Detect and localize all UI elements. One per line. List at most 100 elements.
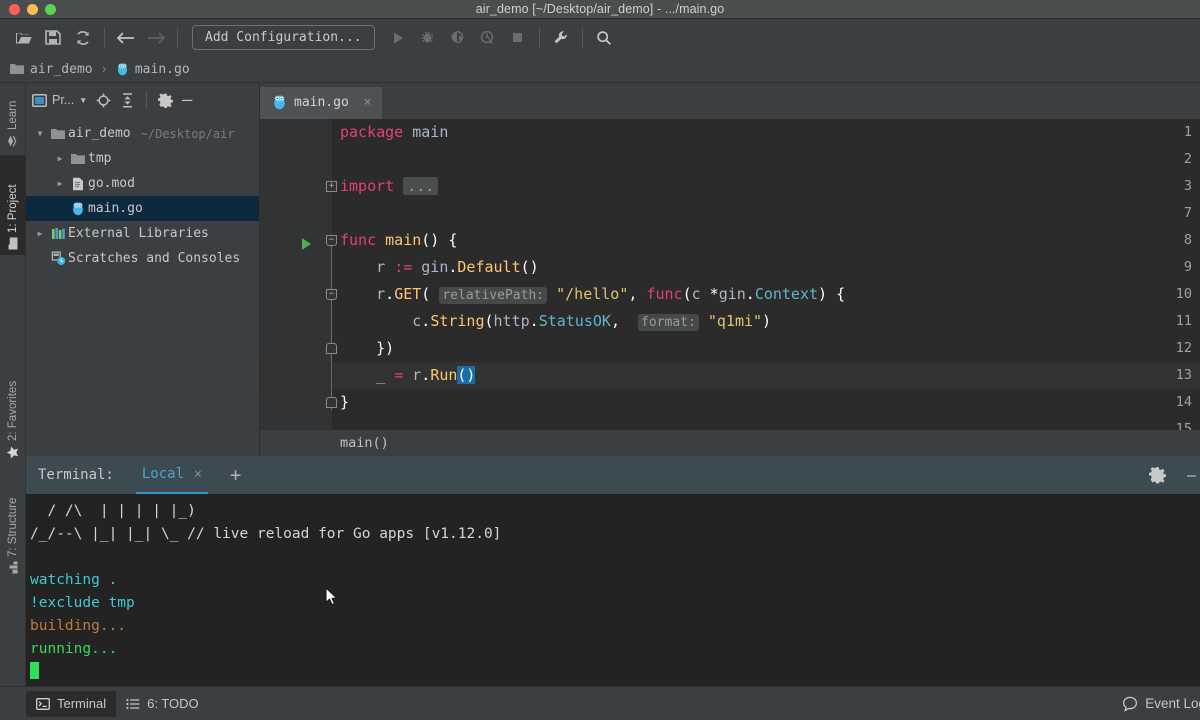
status-event-log[interactable]: Event Log xyxy=(1122,696,1200,712)
breadcrumb-file-label: main.go xyxy=(135,62,190,77)
locate-target-icon[interactable] xyxy=(96,93,111,108)
code-line-3: import ... xyxy=(332,173,438,200)
gear-icon[interactable] xyxy=(158,93,173,108)
tree-row-external-libraries[interactable]: ▶ External Libraries xyxy=(26,221,259,246)
terminal-line xyxy=(30,546,1200,569)
status-bar: Terminal 6: TODO Event Log xyxy=(0,686,1200,720)
add-terminal-icon[interactable]: + xyxy=(230,464,241,486)
close-button[interactable] xyxy=(9,4,20,15)
tree-row-main-go[interactable]: main.go xyxy=(26,196,259,221)
window-controls[interactable] xyxy=(9,4,56,15)
collapse-arrow-icon[interactable]: ▶ xyxy=(52,154,68,163)
stop-icon[interactable] xyxy=(503,25,533,51)
code-line-7 xyxy=(332,200,340,227)
open-folder-icon[interactable] xyxy=(8,25,38,51)
todo-list-icon xyxy=(126,698,140,710)
close-icon[interactable]: × xyxy=(194,467,202,482)
terminal-line: building... xyxy=(30,615,1200,638)
project-panel-header: Pr... ▼ — xyxy=(26,83,259,117)
sidebar-item-structure-label: 7: Structure xyxy=(7,498,19,557)
tree-label: Scratches and Consoles xyxy=(68,251,240,266)
wrench-icon[interactable] xyxy=(546,25,576,51)
terminal-label: Terminal: xyxy=(38,467,114,483)
tree-path: ~/Desktop/air xyxy=(141,127,235,141)
sidebar-item-favorites-label: 2: Favorites xyxy=(7,381,19,441)
collapse-all-icon[interactable] xyxy=(120,93,135,108)
collapse-arrow-icon[interactable]: ▶ xyxy=(52,179,68,188)
editor-breadcrumb-label: main() xyxy=(340,435,389,451)
code-line-1: package main xyxy=(332,119,448,146)
zoom-button[interactable] xyxy=(45,4,56,15)
run-gutter-icon[interactable] xyxy=(302,238,311,250)
add-configuration-button[interactable]: Add Configuration... xyxy=(192,25,375,50)
breadcrumb-file[interactable]: main.go xyxy=(116,62,190,77)
status-todo-button[interactable]: 6: TODO xyxy=(116,691,209,717)
terminal-output[interactable]: / /\ | | | | |_) /_/--\ |_| |_| \_ // li… xyxy=(26,494,1200,686)
code-line-12: }) xyxy=(332,335,394,362)
hide-panel-icon[interactable]: — xyxy=(182,95,192,105)
code-line-14: } xyxy=(332,389,349,416)
editor-body[interactable]: 1 2 3 7 8 9 10 11 12 13 14 15 + − − xyxy=(260,119,1200,456)
tree-row-scratches[interactable]: Scratches and Consoles xyxy=(26,246,259,271)
close-icon[interactable]: × xyxy=(364,95,372,110)
sidebar-item-structure[interactable]: 7: Structure xyxy=(0,475,26,579)
code-line-11: c.String(http.StatusOK, format: "q1mi") xyxy=(332,308,771,335)
project-panel-title[interactable]: Pr... ▼ xyxy=(32,93,87,107)
minimize-icon[interactable]: — xyxy=(1187,466,1196,484)
save-all-icon[interactable] xyxy=(38,25,68,51)
debug-icon[interactable] xyxy=(413,25,443,51)
search-icon[interactable] xyxy=(589,25,619,51)
libraries-icon xyxy=(48,227,68,241)
collapse-arrow-icon[interactable]: ▶ xyxy=(32,229,48,238)
tree-row-air-demo[interactable]: ▼ air_demo ~/Desktop/air xyxy=(26,121,259,146)
expand-arrow-icon[interactable]: ▼ xyxy=(32,129,48,138)
tree-label: main.go xyxy=(88,201,143,216)
minimize-button[interactable] xyxy=(27,4,38,15)
scratches-icon xyxy=(48,251,68,266)
forward-arrow-icon[interactable] xyxy=(141,25,171,51)
editor-tab-strip: main.go × xyxy=(260,83,1200,119)
terminal-line: !exclude tmp xyxy=(30,592,1200,615)
tree-row-go-mod[interactable]: ▶ go.mod xyxy=(26,171,259,196)
status-event-log-label: Event Log xyxy=(1145,696,1200,711)
terminal-icon xyxy=(36,698,50,710)
terminal-cursor-line xyxy=(30,661,1200,684)
sidebar-item-project-label: 1: Project xyxy=(7,184,19,233)
code-line-10: r.GET( relativePath: "/hello", func(c *g… xyxy=(332,281,845,308)
breadcrumb-project[interactable]: air_demo xyxy=(10,62,93,77)
back-arrow-icon[interactable] xyxy=(111,25,141,51)
project-folder-icon xyxy=(8,238,19,250)
profile-icon[interactable] xyxy=(473,25,503,51)
sidebar-item-favorites[interactable]: 2: Favorites xyxy=(0,363,26,465)
terminal-line: /_/--\ |_| |_| \_ // live reload for Go … xyxy=(30,523,1200,546)
editor-breadcrumb[interactable]: main() xyxy=(260,430,1200,456)
star-icon xyxy=(7,446,20,459)
tree-row-tmp[interactable]: ▶ tmp xyxy=(26,146,259,171)
folder-icon xyxy=(48,128,68,140)
go-file-icon xyxy=(272,94,287,110)
run-icon[interactable] xyxy=(383,25,413,51)
breadcrumb-project-label: air_demo xyxy=(30,62,93,77)
left-tool-strip: Learn 1: Project 2: Favorites 7: Structu… xyxy=(0,83,26,686)
editor: main.go × 1 2 3 7 8 9 10 11 12 13 14 15 … xyxy=(260,83,1200,456)
run-coverage-icon[interactable] xyxy=(443,25,473,51)
code-line-13: _ = r.Run() xyxy=(332,362,475,389)
window-title: air_demo [~/Desktop/air_demo] - .../main… xyxy=(476,2,725,16)
terminal-tab-local[interactable]: Local × xyxy=(136,456,208,494)
chevron-down-icon[interactable]: ▼ xyxy=(79,96,87,105)
sidebar-item-project[interactable]: 1: Project xyxy=(0,155,26,255)
gear-icon[interactable] xyxy=(1149,467,1166,484)
structure-icon xyxy=(8,562,19,574)
terminal-line: watching . xyxy=(30,569,1200,592)
status-terminal-button[interactable]: Terminal xyxy=(26,691,116,717)
toolbar-divider-4 xyxy=(582,28,583,48)
code-area[interactable]: package main import ... func main() { r … xyxy=(332,119,1200,456)
sync-icon[interactable] xyxy=(68,25,98,51)
code-line-9: r := gin.Default() xyxy=(332,254,539,281)
sidebar-item-learn[interactable]: Learn xyxy=(0,83,26,153)
tree-label: External Libraries xyxy=(68,226,209,241)
go-mod-file-icon xyxy=(68,177,88,191)
tab-main-go[interactable]: main.go × xyxy=(260,87,382,119)
tree-label: tmp xyxy=(88,151,111,166)
toolbar-divider-2 xyxy=(177,28,178,48)
